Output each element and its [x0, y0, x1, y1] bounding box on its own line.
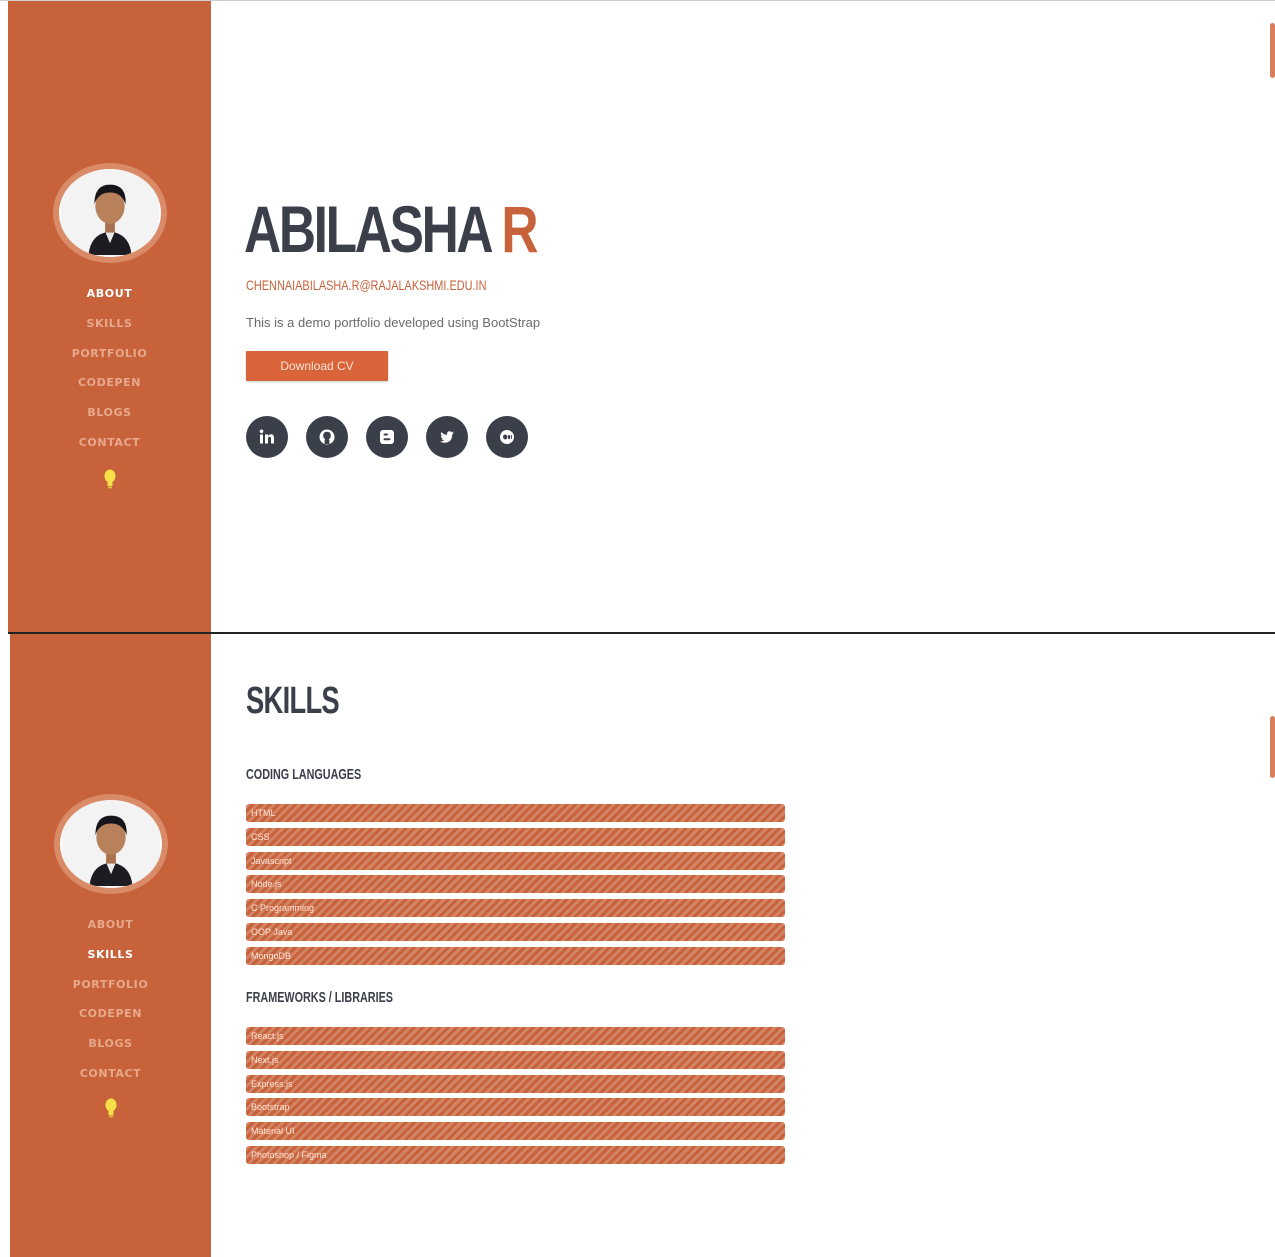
- nav-contact[interactable]: CONTACT: [10, 1059, 211, 1089]
- skill-label: Javascript: [251, 855, 292, 866]
- nav-portfolio[interactable]: PORTFOLIO: [10, 970, 211, 1000]
- social-links: [246, 416, 546, 458]
- about-screen: ABOUT SKILLS PORTFOLIO CODEPEN BLOGS CON…: [0, 0, 1275, 633]
- twitter-icon: [440, 431, 454, 443]
- skills-screen: ABOUT SKILLS PORTFOLIO CODEPEN BLOGS CON…: [0, 634, 1275, 1257]
- lightbulb-icon[interactable]: [105, 1098, 117, 1118]
- framework-skill-bars: React.js Next.js Express.js Bootstrap Materi…: [246, 1027, 785, 1170]
- github-link[interactable]: [306, 416, 348, 458]
- skill-label: Material UI: [251, 1126, 295, 1137]
- avatar-photo: [61, 800, 160, 888]
- skill-bar: CSS: [246, 827, 785, 846]
- download-cv-button[interactable]: Download CV: [246, 351, 388, 381]
- avatar-photo: [60, 169, 159, 257]
- nav-skills[interactable]: SKILLS: [8, 309, 211, 339]
- linkedin-link[interactable]: [246, 416, 288, 458]
- skills-heading: SKILLS: [246, 680, 340, 722]
- sidebar-nav: ABOUT SKILLS PORTFOLIO CODEPEN BLOGS CON…: [8, 279, 211, 458]
- skill-bar: Next.js: [246, 1050, 785, 1069]
- skill-label: HTML: [251, 808, 276, 818]
- frameworks-heading: FRAMEWORKS / LIBRARIES: [246, 989, 394, 1006]
- sidebar: ABOUT SKILLS PORTFOLIO CODEPEN BLOGS CON…: [10, 634, 211, 1257]
- skill-bar: C Programming: [246, 899, 785, 918]
- lightbulb-icon[interactable]: [104, 469, 116, 489]
- email-link[interactable]: CHENNAIABILASHA.R@RAJALAKSHMI.EDU.IN: [246, 277, 486, 293]
- coding-languages-heading: CODING LANGUAGES: [246, 766, 362, 783]
- medium-link[interactable]: [486, 416, 528, 458]
- scrollbar-thumb[interactable]: [1270, 716, 1275, 778]
- skill-label: React.js: [251, 1031, 284, 1041]
- skill-bar: Node.js: [246, 875, 785, 894]
- blogger-link[interactable]: [366, 416, 408, 458]
- nav-contact[interactable]: CONTACT: [8, 428, 211, 458]
- skill-label: Bootstrap: [251, 1102, 290, 1113]
- skill-bar: HTML: [246, 804, 785, 822]
- coding-skill-bars: HTML CSS Javascript Node.js C Programming OOP…: [246, 804, 785, 971]
- nav-about[interactable]: ABOUT: [10, 910, 211, 940]
- skill-bar: Photoshop / Figma: [246, 1145, 785, 1164]
- nav-portfolio[interactable]: PORTFOLIO: [8, 339, 211, 369]
- medium-icon: [500, 430, 514, 444]
- skill-bar: Material UI: [246, 1122, 785, 1141]
- nav-about[interactable]: ABOUT: [8, 279, 211, 309]
- skill-label: Express.js: [251, 1078, 293, 1089]
- skill-label: Photoshop / Figma: [251, 1149, 327, 1160]
- skill-label: OOP Java: [251, 926, 293, 937]
- nav-skills[interactable]: SKILLS: [10, 940, 211, 970]
- page-title: ABILASHA R: [244, 191, 538, 267]
- skill-label: CSS: [251, 831, 270, 842]
- intro-text: This is a demo portfolio developed using…: [246, 315, 541, 330]
- sidebar: ABOUT SKILLS PORTFOLIO CODEPEN BLOGS CON…: [8, 1, 211, 633]
- sidebar-nav: ABOUT SKILLS PORTFOLIO CODEPEN BLOGS CON…: [10, 910, 211, 1089]
- twitter-link[interactable]: [426, 416, 468, 458]
- skill-bar: MongoDB: [246, 946, 785, 965]
- last-name: R: [501, 192, 538, 266]
- skill-bar: OOP Java: [246, 922, 785, 941]
- avatar: [53, 794, 168, 894]
- blogger-icon: [380, 430, 394, 444]
- nav-codepen[interactable]: CODEPEN: [10, 999, 211, 1029]
- linkedin-icon: [259, 429, 274, 444]
- skill-label: Node.js: [251, 879, 282, 890]
- skill-bar: Express.js: [246, 1074, 785, 1093]
- skill-label: Next.js: [251, 1054, 279, 1065]
- skill-bar: Javascript: [246, 851, 785, 870]
- avatar: [52, 163, 167, 263]
- nav-codepen[interactable]: CODEPEN: [8, 368, 211, 398]
- scrollbar-thumb[interactable]: [1270, 23, 1275, 78]
- skill-label: C Programming: [251, 903, 315, 914]
- nav-blogs[interactable]: BLOGS: [10, 1029, 211, 1059]
- skill-bar: Bootstrap: [246, 1098, 785, 1117]
- github-icon: [319, 429, 335, 445]
- first-name: ABILASHA: [244, 192, 492, 266]
- nav-blogs[interactable]: BLOGS: [8, 398, 211, 428]
- skill-bar: React.js: [246, 1027, 785, 1045]
- skill-label: MongoDB: [251, 950, 292, 961]
